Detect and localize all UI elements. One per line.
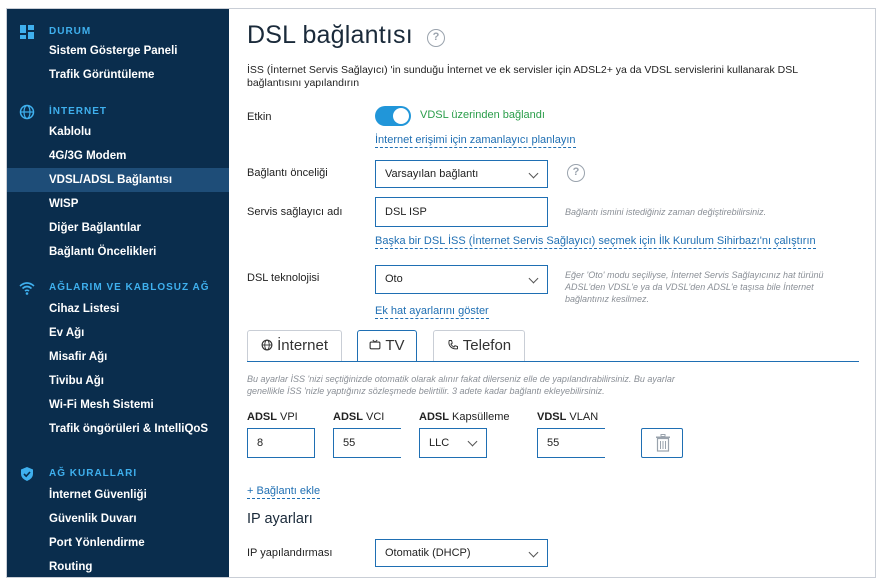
sidebar-section-title: İNTERNET — [49, 106, 107, 117]
wifi-icon — [19, 282, 35, 295]
sidebar-section-ag-kurallari: AĞ KURALLARI — [7, 465, 229, 485]
sidebar-item-diger-baglantilar[interactable]: Diğer Bağlantılar — [7, 216, 229, 240]
tab-divider — [247, 361, 859, 362]
toggle-knob — [393, 108, 409, 124]
tab-label: TV — [385, 337, 405, 354]
column-prefix: ADSL — [419, 411, 449, 423]
technology-value: Oto — [385, 273, 403, 285]
setup-wizard-link[interactable]: Başka bir DSL İSS (İnternet Servis Sağla… — [375, 235, 816, 249]
sidebar-item-port-yonlendirme[interactable]: Port Yönlendirme — [7, 531, 229, 555]
sidebar-section-title: DURUM — [49, 26, 92, 37]
advanced-settings-link[interactable]: Ek hat ayarlarını göster — [375, 305, 489, 319]
column-vci-header: ADSL VCI — [333, 411, 384, 423]
ip-config-select[interactable]: Otomatik (DHCP) — [375, 539, 548, 567]
column-suffix: Kapsülleme — [448, 411, 510, 423]
chevron-down-icon — [467, 436, 478, 447]
column-vpi-header: ADSL VPI — [247, 411, 298, 423]
encapsulation-value: LLC — [429, 437, 450, 449]
shield-icon — [21, 467, 33, 481]
vci-input[interactable]: 55 — [333, 428, 401, 458]
technology-label: DSL teknolojisi — [247, 272, 320, 284]
column-prefix: VDSL — [537, 411, 567, 423]
technology-select[interactable]: Oto — [375, 265, 548, 294]
sidebar-item-baglanti-oncelikleri[interactable]: Bağlantı Öncelikleri — [7, 240, 229, 264]
sidebar-item-ev-agi[interactable]: Ev Ağı — [7, 321, 229, 345]
priority-select[interactable]: Varsayılan bağlantı — [375, 160, 548, 188]
provider-hint: Bağlantı ismini istediğiniz zaman değişt… — [565, 207, 767, 217]
column-suffix: VCI — [362, 411, 385, 423]
delete-row-button[interactable] — [641, 428, 683, 458]
column-suffix: VPI — [276, 411, 298, 423]
sidebar-item-cihaz-listesi[interactable]: Cihaz Listesi — [7, 297, 229, 321]
provider-label: Servis sağlayıcı adı — [247, 206, 343, 218]
enabled-label: Etkin — [247, 111, 272, 123]
sidebar-item-sistem-gosterge-paneli[interactable]: Sistem Gösterge Paneli — [7, 39, 229, 63]
globe-icon — [261, 339, 273, 351]
sidebar-section-title: AĞLARIM VE KABLOSUZ AĞ — [49, 282, 210, 293]
sidebar-item-trafik-ongoruleri[interactable]: Trafik öngörüleri & IntelliQoS — [7, 417, 229, 441]
sidebar-item-routing[interactable]: Routing — [7, 555, 229, 577]
connection-status: VDSL üzerinden bağlandı — [420, 109, 545, 121]
help-icon[interactable]: ? — [427, 29, 445, 47]
vlan-input[interactable]: 55 — [537, 428, 605, 458]
column-suffix: VLAN — [566, 411, 599, 423]
sidebar-item-wifi-mesh[interactable]: Wi-Fi Mesh Sistemi — [7, 393, 229, 417]
tab-tv[interactable]: TV — [357, 330, 417, 362]
vpi-input[interactable]: 8 — [247, 428, 315, 458]
sidebar-item-internet-guvenligi[interactable]: İnternet Güvenliği — [7, 483, 229, 507]
globe-icon — [19, 104, 35, 120]
phone-icon — [448, 340, 458, 350]
sidebar-item-kablolu[interactable]: Kablolu — [7, 120, 229, 144]
dashboard-icon — [20, 25, 34, 39]
column-vlan-header: VDSL VLAN — [537, 411, 598, 423]
column-prefix: ADSL — [333, 411, 363, 423]
chevron-down-icon — [528, 273, 539, 284]
tab-internet[interactable]: İnternet — [247, 330, 342, 361]
sidebar-item-guvenlik-duvari[interactable]: Güvenlik Duvarı — [7, 507, 229, 531]
priority-help-icon[interactable]: ? — [567, 164, 585, 182]
sidebar-item-tivibu-agi[interactable]: Tivibu Ağı — [7, 369, 229, 393]
ip-config-label: IP yapılandırması — [247, 547, 333, 559]
tab-telefon[interactable]: Telefon — [433, 330, 525, 361]
sidebar-item-wisp[interactable]: WISP — [7, 192, 229, 216]
tv-note: Bu ayarlar İSS 'nizi seçtiğinizde otomat… — [247, 374, 675, 396]
provider-name-input[interactable]: DSL ISP — [375, 197, 548, 227]
sidebar: DURUM Sistem Gösterge Paneli Trafik Görü… — [7, 9, 229, 577]
sidebar-item-trafik-goruntuleme[interactable]: Trafik Görüntüleme — [7, 63, 229, 87]
sidebar-section-title: AĞ KURALLARI — [49, 468, 138, 479]
sidebar-item-misafir-agi[interactable]: Misafir Ağı — [7, 345, 229, 369]
priority-label: Bağlantı önceliği — [247, 167, 328, 179]
column-encapsulation-header: ADSL Kapsülleme — [419, 411, 510, 423]
main-content: DSL bağlantısı ? İSS (İnternet Servis Sa… — [229, 9, 875, 577]
trash-icon — [656, 434, 670, 452]
sidebar-section-aglarim: AĞLARIM VE KABLOSUZ AĞ — [7, 279, 229, 299]
page-description: İSS (İnternet Servis Sağlayıcı) 'in sund… — [247, 64, 798, 89]
sidebar-item-vdsl-adsl[interactable]: VDSL/ADSL Bağlantısı — [7, 168, 229, 192]
technology-hint: Eğer 'Oto' modu seçiliyse, İnternet Serv… — [565, 270, 824, 304]
sidebar-item-4g-3g-modem[interactable]: 4G/3G Modem — [7, 144, 229, 168]
tv-icon — [370, 339, 381, 350]
priority-value: Varsayılan bağlantı — [385, 168, 479, 180]
encapsulation-select[interactable]: LLC — [419, 428, 487, 458]
chevron-down-icon — [528, 168, 539, 179]
ip-settings-heading: IP ayarları — [247, 511, 313, 527]
enabled-toggle[interactable] — [375, 106, 411, 126]
column-prefix: ADSL — [247, 411, 277, 423]
app-window: DURUM Sistem Gösterge Paneli Trafik Görü… — [6, 8, 876, 578]
page-title: DSL bağlantısı — [247, 21, 413, 49]
schedule-link[interactable]: İnternet erişimi için zamanlayıcı planla… — [375, 134, 576, 148]
tab-label: Telefon — [462, 337, 512, 354]
tab-label: İnternet — [277, 337, 329, 354]
chevron-down-icon — [528, 547, 539, 558]
ip-config-value: Otomatik (DHCP) — [385, 547, 471, 559]
add-connection-link[interactable]: + Bağlantı ekle — [247, 485, 321, 499]
